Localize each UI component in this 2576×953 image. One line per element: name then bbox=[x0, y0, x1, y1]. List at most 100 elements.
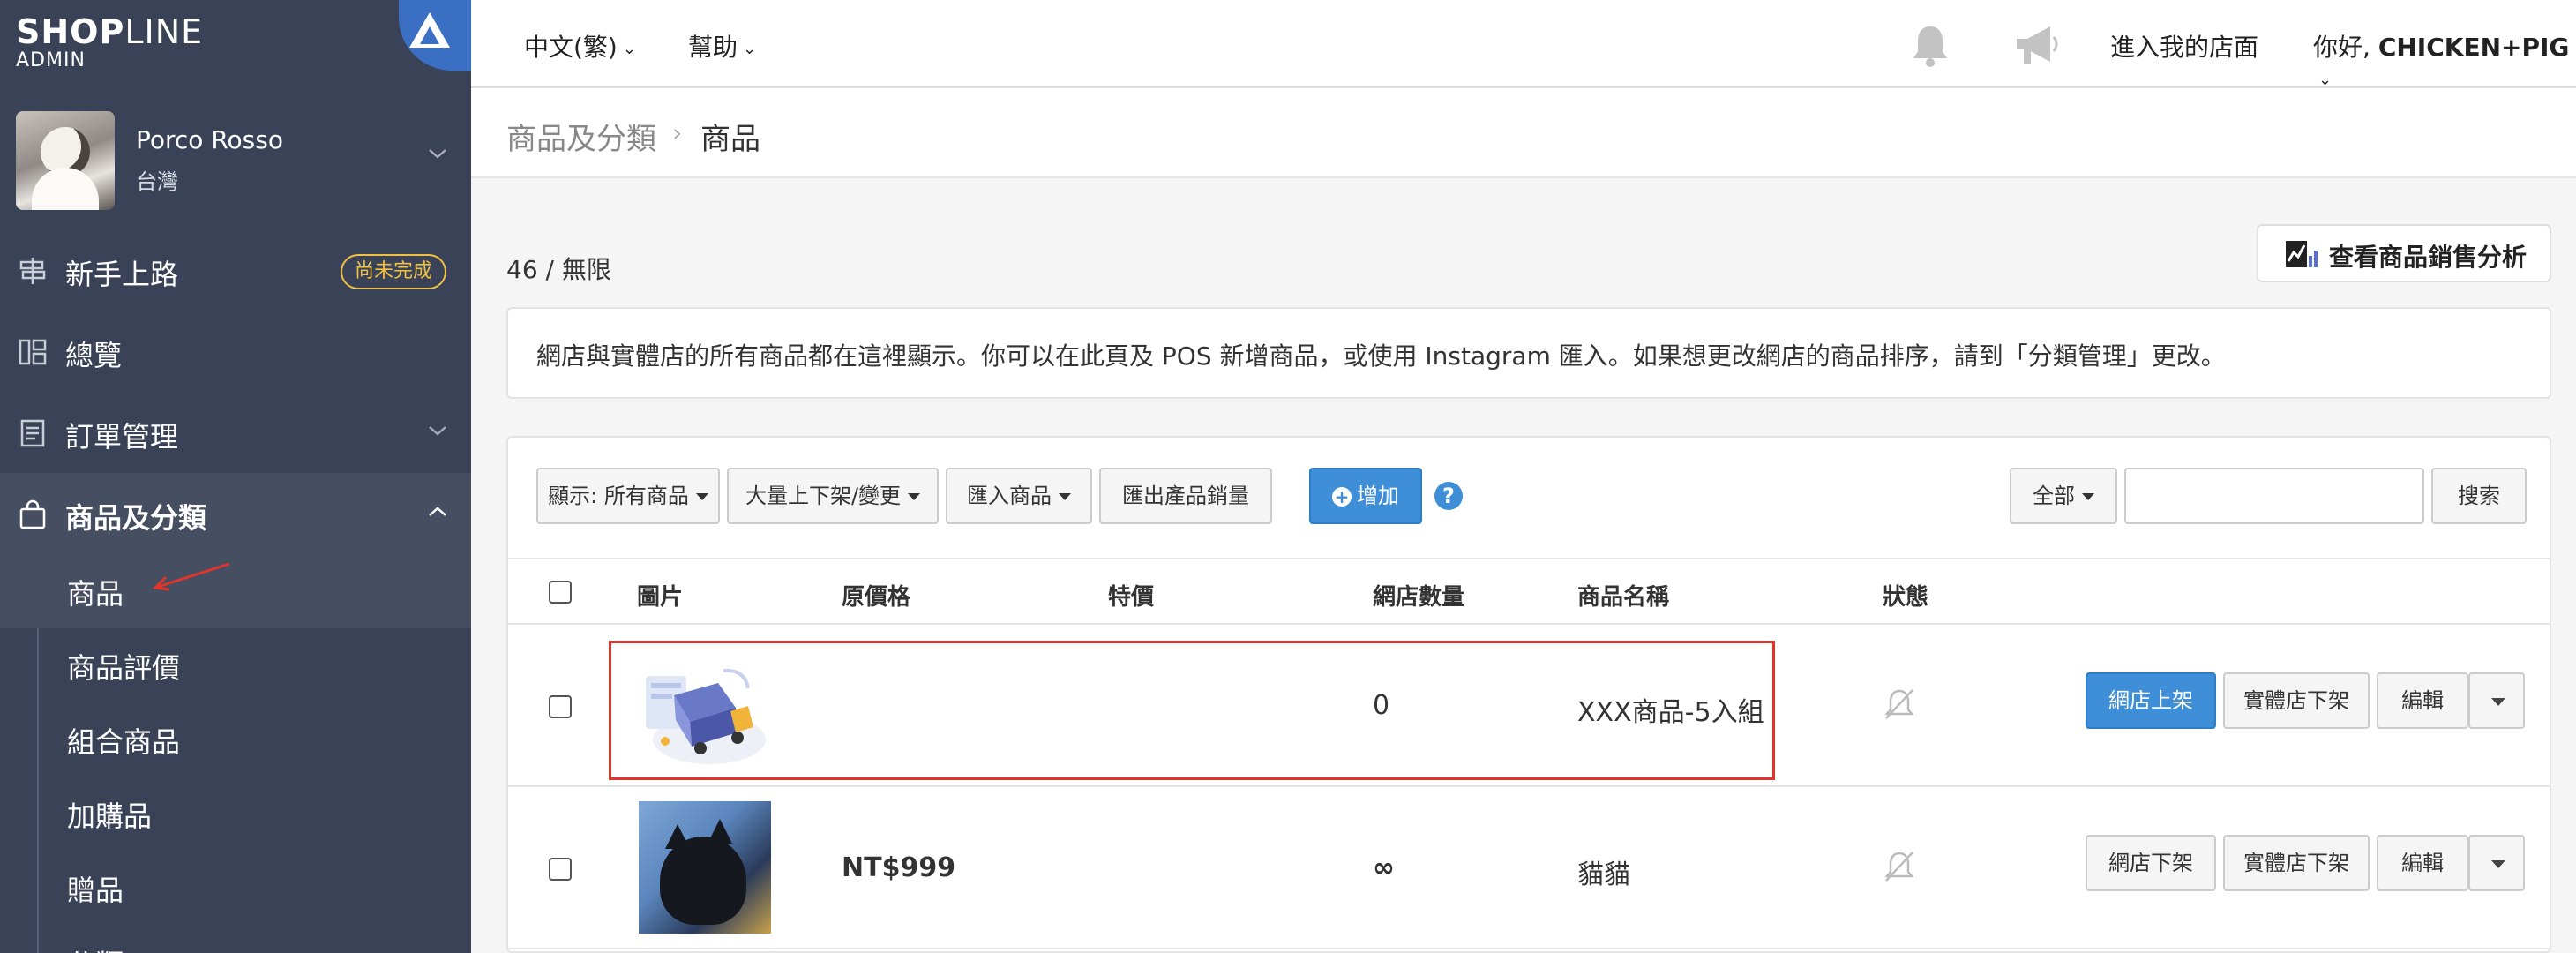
sidebar-subitem-label: 贈品 bbox=[67, 874, 124, 907]
bar-chart-icon bbox=[2286, 241, 2318, 267]
annotation-arrow-icon bbox=[152, 562, 230, 591]
search-scope-label: 全部 bbox=[2033, 484, 2075, 508]
sidebar-item-overview[interactable]: 總覽 bbox=[0, 311, 471, 392]
shopline-logo[interactable]: SHOPLINE ADMIN bbox=[16, 12, 203, 71]
greeting-name: CHICKEN+PIG bbox=[2378, 33, 2570, 62]
orders-icon bbox=[20, 419, 45, 447]
breadcrumb-parent-link[interactable]: 商品及分類 bbox=[506, 115, 656, 158]
column-header-name: 商品名稱 bbox=[1577, 584, 1670, 611]
chevron-down-icon bbox=[429, 426, 446, 436]
sidebar-item-label: 新手上路 bbox=[65, 258, 179, 291]
column-header-status: 狀態 bbox=[1883, 584, 1929, 611]
product-count: 46 / 無限 bbox=[506, 255, 611, 284]
sidebar-item-label: 訂單管理 bbox=[65, 420, 179, 454]
export-sales-button[interactable]: 匯出產品銷量 bbox=[1099, 468, 1272, 524]
sidebar-subitem-label: 組合商品 bbox=[67, 725, 181, 759]
publish-online-button[interactable]: 網店上架 bbox=[2086, 672, 2216, 729]
sidebar-subitem-label: 商品 bbox=[67, 577, 124, 611]
row-checkbox[interactable] bbox=[549, 858, 572, 881]
more-actions-dropdown[interactable] bbox=[2468, 672, 2525, 729]
logo-brand-part1: SHOP bbox=[16, 12, 125, 51]
sidebar-subitem-label: 商品評價 bbox=[67, 651, 181, 685]
language-label: 中文(繁) bbox=[524, 33, 618, 62]
help-label: 幫助 bbox=[688, 33, 738, 62]
logo-sub: ADMIN bbox=[16, 49, 86, 71]
logo-mark-icon bbox=[409, 12, 450, 48]
sales-analysis-button[interactable]: 查看商品銷售分析 bbox=[2257, 224, 2551, 282]
sidebar-item-getting-started[interactable]: 新手上路 尚未完成 bbox=[0, 229, 471, 311]
unpublish-retail-button[interactable]: 實體店下架 bbox=[2223, 672, 2370, 729]
sidebar-item-products[interactable]: 商品及分類 bbox=[0, 473, 471, 554]
logo-brand-part2: LINE bbox=[124, 12, 204, 51]
row-checkbox[interactable] bbox=[549, 695, 572, 718]
column-header-sale-price: 特價 bbox=[1108, 584, 1155, 611]
product-name[interactable]: 貓貓 bbox=[1577, 852, 1630, 891]
add-product-label: 增加 bbox=[1357, 484, 1399, 508]
sidebar-item-label: 商品及分類 bbox=[65, 501, 207, 535]
unpublish-online-button[interactable]: 網店下架 bbox=[2086, 835, 2216, 891]
announcement-megaphone-icon[interactable] bbox=[2011, 23, 2061, 69]
greeting-prefix: 你好, bbox=[2313, 33, 2378, 62]
info-text: 網店與實體店的所有商品都在這裡顯示。你可以在此頁及 POS 新增商品，或使用 I… bbox=[536, 341, 2226, 371]
import-products-label: 匯入商品 bbox=[967, 484, 1052, 508]
product-quantity: ∞ bbox=[1373, 852, 1395, 883]
bulk-actions-dropdown[interactable]: 大量上下架/變更 bbox=[727, 468, 939, 524]
import-products-dropdown[interactable]: 匯入商品 bbox=[946, 468, 1092, 524]
sidebar-subitem-bundles[interactable]: 組合商品 bbox=[0, 702, 471, 777]
sidebar-subitem-reviews[interactable]: 商品評價 bbox=[0, 628, 471, 702]
bulk-actions-label: 大量上下架/變更 bbox=[745, 484, 902, 508]
help-icon[interactable]: ? bbox=[1434, 482, 1463, 510]
page-title: 商品 bbox=[700, 122, 760, 157]
bell-off-icon bbox=[1884, 852, 1914, 882]
caret-down-icon bbox=[1059, 493, 1071, 500]
more-actions-dropdown[interactable] bbox=[2468, 835, 2525, 891]
shopping-bag-icon bbox=[19, 499, 46, 529]
sidebar-item-orders[interactable]: 訂單管理 bbox=[0, 392, 471, 473]
collapse-sidebar-button[interactable] bbox=[399, 0, 471, 71]
profile-name: Porco Rosso bbox=[136, 125, 283, 154]
sidebar-subitem-gifts[interactable]: 贈品 bbox=[0, 851, 471, 925]
store-profile[interactable]: Porco Rosso 台灣 bbox=[0, 106, 471, 214]
edit-button[interactable]: 編輯 bbox=[2377, 835, 2468, 891]
language-dropdown[interactable]: 中文(繁) ⌄ bbox=[524, 28, 636, 64]
avatar bbox=[16, 111, 115, 210]
status-badge: 尚未完成 bbox=[341, 254, 447, 289]
breadcrumb-separator: › bbox=[672, 118, 683, 147]
sidebar-item-label: 總覽 bbox=[65, 339, 123, 372]
caret-down-icon bbox=[2491, 698, 2505, 706]
chevron-down-icon: ⌄ bbox=[2318, 70, 2333, 89]
add-product-button[interactable]: + 增加 bbox=[1309, 468, 1422, 524]
sidebar-subitem-products[interactable]: 商品 bbox=[0, 554, 471, 628]
chevron-down-icon: ⌄ bbox=[622, 39, 636, 58]
profile-region: 台灣 bbox=[136, 169, 178, 194]
display-filter-dropdown[interactable]: 顯示: 所有商品 bbox=[536, 468, 720, 524]
sidebar-subitem-addons[interactable]: 加購品 bbox=[0, 777, 471, 851]
account-menu[interactable]: 你好, CHICKEN+PIG ⌄ bbox=[2313, 28, 2576, 93]
signpost-icon bbox=[19, 258, 46, 284]
sidebar-subitem-categories[interactable]: 分類 bbox=[0, 925, 471, 953]
top-bar: 中文(繁) ⌄ 幫助 ⌄ 進入我的店面 你好, CHICKEN+PIG⌄ bbox=[471, 0, 2576, 89]
notification-bell-icon[interactable] bbox=[1909, 23, 1951, 69]
caret-down-icon bbox=[2491, 860, 2505, 868]
column-header-image: 圖片 bbox=[637, 584, 684, 611]
dashboard-icon bbox=[19, 339, 47, 365]
column-header-price: 原價格 bbox=[842, 584, 911, 611]
display-filter-label: 顯示: 所有商品 bbox=[548, 484, 689, 508]
search-button[interactable]: 搜索 bbox=[2431, 468, 2527, 524]
unpublish-retail-button[interactable]: 實體店下架 bbox=[2223, 835, 2370, 891]
sidebar: SHOPLINE ADMIN Porco Rosso 台灣 新手上路 尚未完成 … bbox=[0, 0, 471, 953]
breadcrumb: 商品及分類 › 商品 bbox=[471, 88, 2576, 178]
help-dropdown[interactable]: 幫助 ⌄ bbox=[688, 28, 756, 64]
caret-down-icon bbox=[908, 493, 921, 500]
select-all-checkbox[interactable] bbox=[549, 581, 572, 604]
column-header-quantity: 網店數量 bbox=[1373, 584, 1465, 611]
info-notice: 網店與實體店的所有商品都在這裡顯示。你可以在此頁及 POS 新增商品，或使用 I… bbox=[506, 307, 2551, 399]
search-input[interactable] bbox=[2124, 468, 2424, 524]
edit-button[interactable]: 編輯 bbox=[2377, 672, 2468, 729]
enter-store-link[interactable]: 進入我的店面 bbox=[2110, 28, 2258, 64]
chevron-down-icon: ⌄ bbox=[743, 39, 757, 58]
product-thumbnail-cat[interactable] bbox=[639, 801, 771, 934]
search-scope-dropdown[interactable]: 全部 bbox=[2010, 468, 2117, 524]
annotation-highlight-box bbox=[609, 641, 1775, 780]
plus-circle-icon: + bbox=[1332, 487, 1352, 507]
